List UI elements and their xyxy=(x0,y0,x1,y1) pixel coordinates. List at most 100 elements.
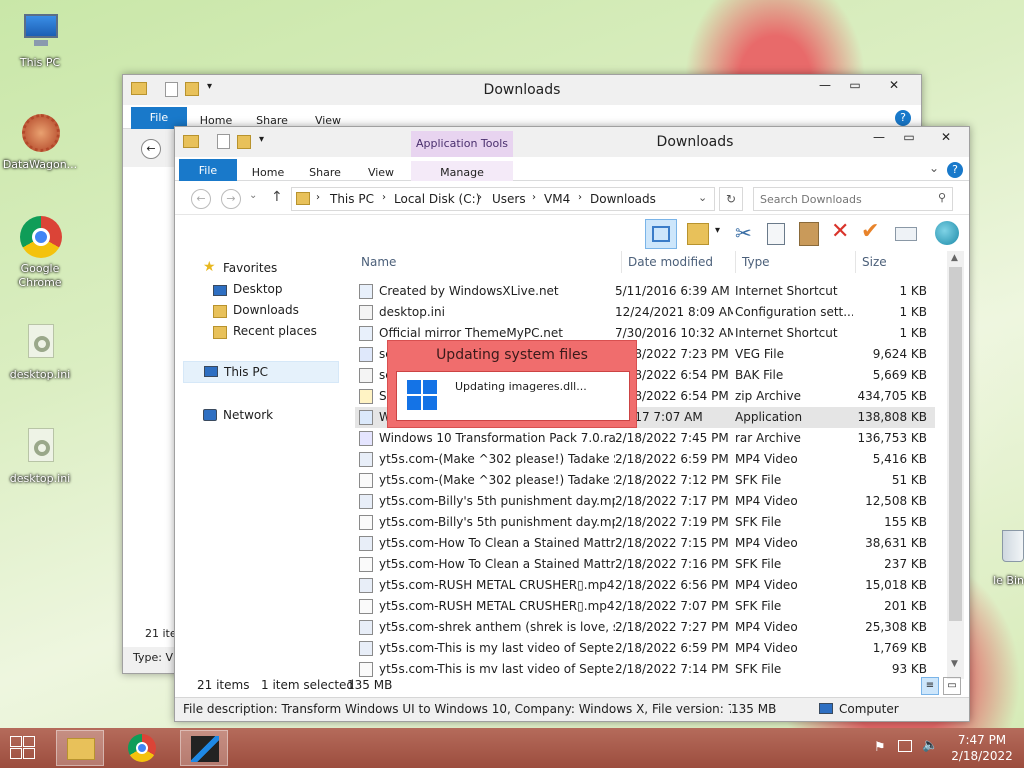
chevron-down-icon[interactable]: ▾ xyxy=(259,134,264,145)
address-bar[interactable]: › This PC › Local Disk (C:) › Users › VM… xyxy=(291,187,715,211)
globe-icon[interactable] xyxy=(935,221,959,245)
network-status-icon[interactable] xyxy=(898,740,912,752)
nav-favorites[interactable]: Favorites xyxy=(223,261,277,275)
file-icon xyxy=(359,347,373,362)
desktop-icon-desktop-ini-1[interactable]: desktop.ini xyxy=(0,322,80,382)
taskbar-transformation-pack[interactable] xyxy=(180,730,228,766)
scroll-up-icon[interactable]: ▲ xyxy=(951,253,958,263)
close-button[interactable]: ✕ xyxy=(871,75,917,95)
desktop-icon-desktop-ini-2[interactable]: desktop.ini xyxy=(0,426,80,486)
column-header-name[interactable]: Name xyxy=(361,251,396,273)
view-options-icon[interactable] xyxy=(687,223,709,245)
nav-downloads[interactable]: Downloads xyxy=(233,303,299,317)
breadcrumb-this-pc[interactable]: This PC xyxy=(330,192,374,206)
cell-size: 5,416 KB xyxy=(872,452,927,466)
column-header-size[interactable]: Size xyxy=(855,251,933,273)
table-row[interactable]: yt5s.com-Billy's 5th punishment day.mp4 2… xyxy=(355,491,935,512)
status-type: Type: VE xyxy=(133,651,180,664)
desktop-icon-this-pc[interactable]: This PC xyxy=(0,10,80,70)
column-header-date[interactable]: Date modified xyxy=(621,251,713,273)
cell-size: 155 KB xyxy=(884,515,927,529)
nav-this-pc-row[interactable]: This PC xyxy=(183,361,339,383)
table-row[interactable]: yt5s.com-shrek anthem (shrek is love, sh… xyxy=(355,617,935,638)
forward-button[interactable]: → xyxy=(221,189,241,209)
update-dialog[interactable]: Updating system files Updating imageres.… xyxy=(387,340,637,428)
back-button[interactable]: ← xyxy=(191,189,211,209)
paste-icon[interactable] xyxy=(799,222,819,246)
help-icon[interactable]: ? xyxy=(895,110,911,126)
details-view-icon[interactable]: ≡ xyxy=(921,677,939,695)
delete-icon[interactable]: ✕ xyxy=(831,219,849,244)
table-row[interactable]: yt5s.com-How To Clean a Stained Mattre..… xyxy=(355,533,935,554)
table-row[interactable]: yt5s.com-Billy's 5th punishment day.mp..… xyxy=(355,512,935,533)
table-row[interactable]: yt5s.com-RUSH METAL CRUSHER▯.mp4 2/18/202… xyxy=(355,575,935,596)
minimize-button[interactable]: — xyxy=(811,75,839,95)
scroll-down-icon[interactable]: ▼ xyxy=(951,659,958,669)
desktop-icon-chrome[interactable]: Google Chrome xyxy=(0,216,80,290)
desktop-icon-datawagon[interactable]: DataWagon... xyxy=(0,112,80,172)
nav-recent-places[interactable]: Recent places xyxy=(233,324,317,338)
breadcrumb-users[interactable]: Users xyxy=(492,192,526,206)
table-row[interactable]: yt5s.com-(Make ^302 please!) Tadake So..… xyxy=(355,449,935,470)
volume-muted-icon[interactable]: 🔈 xyxy=(922,738,938,753)
help-icon[interactable]: ? xyxy=(947,162,963,178)
vertical-scrollbar[interactable]: ▲ ▼ xyxy=(947,251,964,679)
table-row[interactable]: yt5s.com-How To Clean a Stained Mattre..… xyxy=(355,554,935,575)
breadcrumb-vm4[interactable]: VM4 xyxy=(544,192,570,206)
table-row[interactable]: yt5s.com-This is my last video of Septem… xyxy=(355,638,935,659)
taskbar: ⚑ 🔈 7:47 PM 2/18/2022 xyxy=(0,728,1024,768)
breadcrumb-downloads[interactable]: Downloads xyxy=(590,192,656,206)
nav-this-pc: This PC xyxy=(224,365,268,379)
table-row[interactable]: desktop.ini 12/24/2021 8:09 AM Configurati… xyxy=(355,302,935,323)
windows-logo-icon xyxy=(407,380,437,410)
cell-type: SFK File xyxy=(735,515,782,529)
search-box[interactable]: ⚲ xyxy=(753,187,953,211)
cell-size: 201 KB xyxy=(884,599,927,613)
clock-date[interactable]: 2/18/2022 xyxy=(950,749,1014,763)
breadcrumb-local-disk[interactable]: Local Disk (C:) xyxy=(394,192,480,206)
table-row[interactable]: Created by WindowsXLive.net 5/11/2016 6:3… xyxy=(355,281,935,302)
taskbar-explorer[interactable] xyxy=(56,730,104,766)
scroll-thumb[interactable] xyxy=(949,267,962,621)
table-row[interactable]: yt5s.com-(Make ^302 please!) Tadake So..… xyxy=(355,470,935,491)
checkmark-icon[interactable]: ✔ xyxy=(861,219,879,244)
nav-network[interactable]: Network xyxy=(223,408,273,422)
chrome-icon xyxy=(18,216,62,260)
table-row[interactable]: Windows 10 Transformation Pack 7.0.rar 2/… xyxy=(355,428,935,449)
close-button[interactable]: ✕ xyxy=(923,127,969,147)
chevron-down-icon[interactable]: ▾ xyxy=(715,225,720,236)
recent-locations-button[interactable]: ⌄ xyxy=(249,190,257,201)
clock-time[interactable]: 7:47 PM xyxy=(950,733,1014,747)
search-input[interactable] xyxy=(760,189,930,209)
start-button[interactable] xyxy=(8,736,38,760)
back-nav-button[interactable]: ← xyxy=(141,139,161,159)
cell-name: yt5s.com-This is my last video of Septem… xyxy=(379,641,615,655)
nav-desktop[interactable]: Desktop xyxy=(233,282,283,296)
column-header-type[interactable]: Type xyxy=(735,251,770,273)
cell-type: Internet Shortcut xyxy=(735,284,838,298)
taskbar-chrome[interactable] xyxy=(118,730,166,766)
action-center-flag-icon[interactable]: ⚑ xyxy=(874,740,886,755)
preview-pane-icon[interactable] xyxy=(645,219,677,249)
search-icon[interactable]: ⚲ xyxy=(938,191,946,204)
table-row[interactable]: yt5s.com-RUSH METAL CRUSHER▯.mp4.... 2/18… xyxy=(355,596,935,617)
rename-icon[interactable] xyxy=(895,227,917,241)
cell-date: 2/18/2022 7:15 PM xyxy=(615,536,729,550)
chevron-down-icon[interactable]: ⌄ xyxy=(698,191,707,204)
refresh-button[interactable]: ↻ xyxy=(719,187,743,211)
maximize-button[interactable]: ▭ xyxy=(895,127,923,147)
new-folder-icon[interactable] xyxy=(237,135,251,149)
up-button[interactable]: ↑ xyxy=(271,189,283,205)
cell-type: VEG File xyxy=(735,347,784,361)
chevron-down-icon[interactable]: ⌄ xyxy=(929,161,939,175)
large-icons-view-icon[interactable]: ▭ xyxy=(943,677,961,695)
copy-icon[interactable] xyxy=(767,223,785,245)
properties-icon[interactable] xyxy=(217,134,230,149)
file-icon xyxy=(359,641,373,656)
tab-file[interactable]: File xyxy=(179,159,237,183)
title-bar[interactable]: ▾ Downloads — ▭ ✕ xyxy=(123,75,921,105)
cut-icon[interactable]: ✂ xyxy=(735,221,752,245)
maximize-button[interactable]: ▭ xyxy=(841,75,869,95)
minimize-button[interactable]: — xyxy=(865,127,893,147)
title-bar[interactable]: ▾ Application Tools Downloads — ▭ ✕ xyxy=(175,127,969,157)
